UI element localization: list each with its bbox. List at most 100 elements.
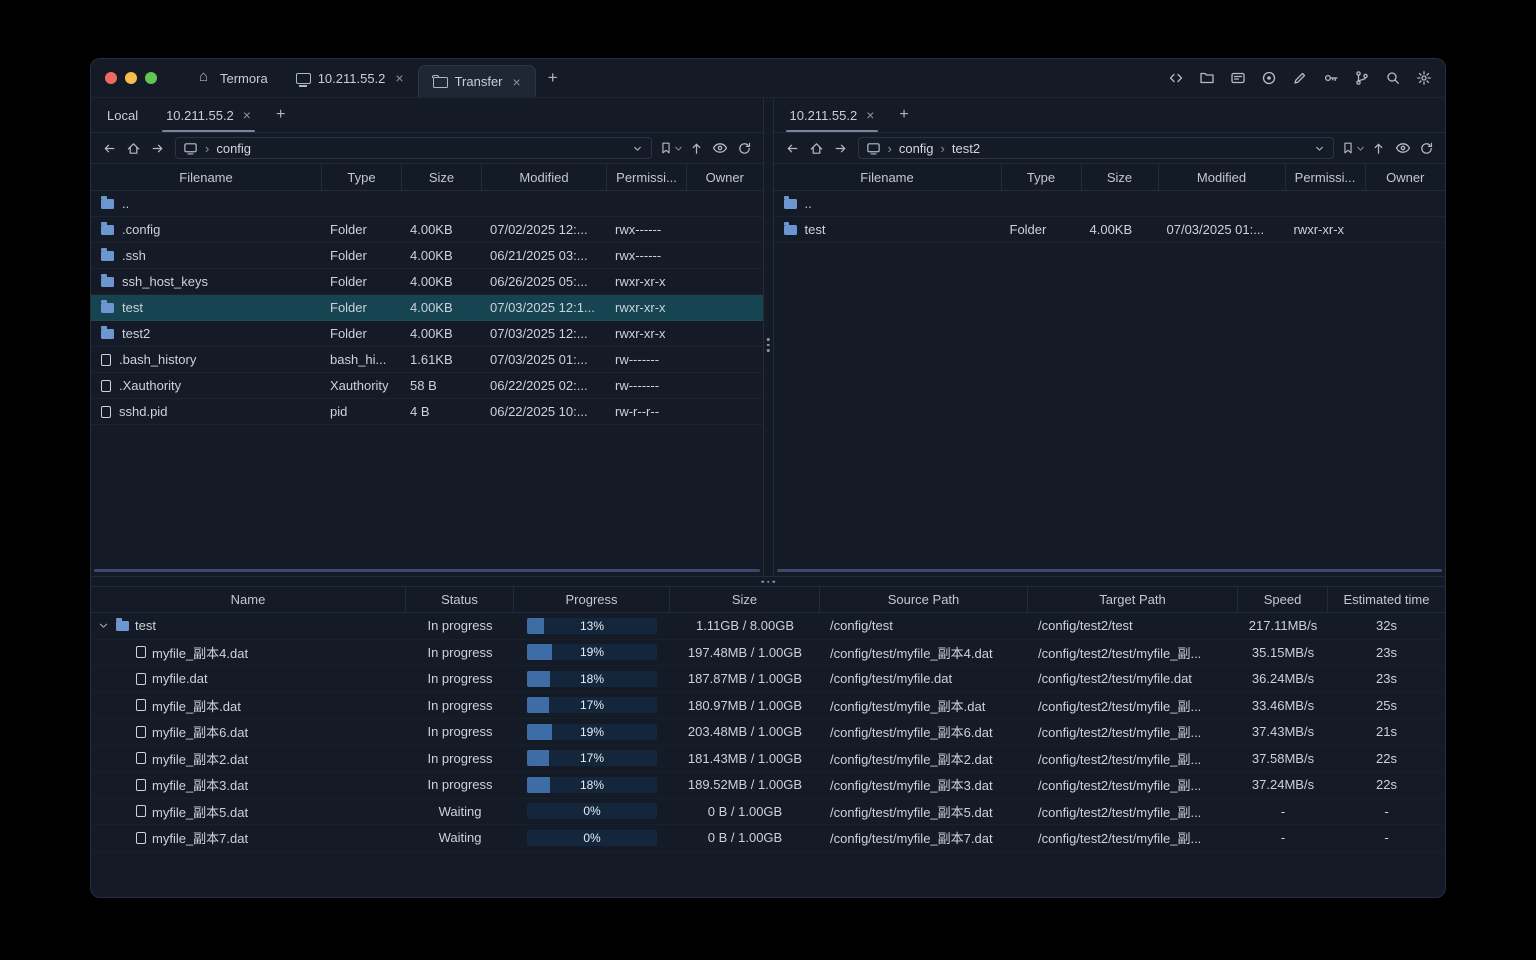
panel-divider[interactable] (762, 98, 774, 576)
transfer-row[interactable]: myfile.dat In progress 18% 187.87MB / 1.… (91, 666, 1445, 693)
upload-icon[interactable] (1368, 138, 1389, 159)
bookmark-button[interactable] (1341, 141, 1365, 155)
transfer-status: In progress (427, 750, 493, 766)
column-header[interactable]: Type (322, 164, 402, 190)
new-panel-tab-button[interactable]: + (888, 98, 919, 132)
zoom-window-button[interactable] (145, 72, 157, 84)
panel-tab[interactable]: Local (93, 98, 152, 132)
transfer-row[interactable]: myfile_副本5.dat Waiting 0% 0 B / 1.00GB /… (91, 799, 1445, 826)
transfer-status: In progress (427, 697, 493, 713)
key-icon[interactable] (1322, 69, 1340, 87)
transfer-row[interactable]: test In progress 13% 1.11GB / 8.00GB /co… (91, 613, 1445, 640)
code-icon[interactable] (1167, 69, 1185, 87)
back-icon[interactable] (782, 138, 803, 159)
macro-icon[interactable] (1229, 69, 1247, 87)
refresh-icon[interactable] (1416, 138, 1437, 159)
horizontal-scrollbar[interactable] (776, 569, 1442, 572)
file-row[interactable]: test Folder 4.00KB 07/03/2025 12:1... rw… (91, 295, 763, 321)
column-header[interactable]: Permissi... (1286, 164, 1366, 190)
record-icon[interactable] (1260, 69, 1278, 87)
titlebar-tab[interactable]: 10.211.55.2 (282, 59, 418, 97)
edit-icon[interactable] (1291, 69, 1309, 87)
file-row[interactable]: .. (774, 191, 1446, 217)
transfer-row[interactable]: myfile_副本2.dat In progress 17% 181.43MB … (91, 746, 1445, 773)
folder-icon[interactable] (1198, 69, 1216, 87)
close-tab-icon[interactable] (395, 71, 403, 85)
column-header[interactable]: Type (1002, 164, 1082, 190)
column-header[interactable]: Size (1082, 164, 1159, 190)
panel-tab[interactable]: 10.211.55.2 (776, 98, 889, 132)
column-header[interactable]: Target Path (1028, 587, 1238, 612)
file-row[interactable]: sshd.pid pid 4 B 06/22/2025 10:... rw-r-… (91, 399, 763, 425)
chevron-down-icon[interactable] (631, 142, 644, 155)
home-icon[interactable] (123, 138, 144, 159)
column-header[interactable]: Name (91, 587, 406, 612)
column-header[interactable]: Filename (91, 164, 322, 190)
file-icon (136, 699, 146, 712)
close-tab-icon[interactable] (866, 108, 874, 122)
column-header[interactable]: Filename (774, 164, 1002, 190)
transfer-row[interactable]: myfile_副本4.dat In progress 19% 197.48MB … (91, 640, 1445, 667)
new-panel-tab-button[interactable]: + (265, 98, 296, 132)
file-row[interactable]: test Folder 4.00KB 07/03/2025 01:... rwx… (774, 217, 1446, 243)
chevron-down-icon[interactable] (97, 619, 110, 632)
file-row[interactable]: .. (91, 191, 763, 217)
horizontal-splitter[interactable] (91, 576, 1445, 586)
back-icon[interactable] (99, 138, 120, 159)
progress-label: 17% (579, 698, 605, 713)
search-icon[interactable] (1384, 69, 1402, 87)
upload-icon[interactable] (686, 138, 707, 159)
column-header[interactable]: Status (406, 587, 514, 612)
breadcrumb-segment[interactable]: config (881, 141, 934, 156)
breadcrumb-segment[interactable]: test2 (934, 141, 980, 156)
file-row[interactable]: .Xauthority Xauthority 58 B 06/22/2025 0… (91, 373, 763, 399)
file-row[interactable]: .ssh Folder 4.00KB 06/21/2025 03:... rwx… (91, 243, 763, 269)
progress-bar: 0% (527, 829, 657, 846)
file-row[interactable]: test2 Folder 4.00KB 07/03/2025 12:... rw… (91, 321, 763, 347)
titlebar-tab[interactable]: Termora (185, 59, 282, 97)
file-row[interactable]: .config Folder 4.00KB 07/02/2025 12:... … (91, 217, 763, 243)
branch-icon[interactable] (1353, 69, 1371, 87)
path-field[interactable]: config (175, 137, 652, 159)
forward-icon[interactable] (830, 138, 851, 159)
column-header[interactable]: Permissi... (607, 164, 687, 190)
file-permissions: rw------- (615, 378, 660, 393)
settings-icon[interactable] (1415, 69, 1433, 87)
column-header[interactable]: Owner (1366, 164, 1446, 190)
show-hidden-icon[interactable] (1392, 138, 1413, 159)
progress-label: 0% (583, 830, 601, 845)
close-tab-icon[interactable] (513, 75, 521, 89)
forward-icon[interactable] (147, 138, 168, 159)
close-window-button[interactable] (105, 72, 117, 84)
transfer-row[interactable]: myfile_副本6.dat In progress 19% 203.48MB … (91, 719, 1445, 746)
column-header[interactable]: Size (402, 164, 482, 190)
panel-tab[interactable]: 10.211.55.2 (152, 98, 265, 132)
column-header[interactable]: Modified (1159, 164, 1286, 190)
column-header[interactable]: Size (670, 587, 820, 612)
file-row[interactable]: .bash_history bash_hi... 1.61KB 07/03/20… (91, 347, 763, 373)
transfer-row[interactable]: myfile_副本3.dat In progress 18% 189.52MB … (91, 772, 1445, 799)
chevron-down-icon[interactable] (1313, 142, 1326, 155)
close-tab-icon[interactable] (243, 108, 251, 122)
column-header[interactable]: Modified (482, 164, 607, 190)
path-field[interactable]: configtest2 (857, 137, 1334, 159)
show-hidden-icon[interactable] (710, 138, 731, 159)
titlebar-tab[interactable]: Transfer (417, 65, 536, 97)
minimize-window-button[interactable] (125, 72, 137, 84)
horizontal-scrollbar[interactable] (94, 569, 760, 572)
transfer-speed: 33.46MB/s (1251, 697, 1315, 713)
home-icon[interactable] (806, 138, 827, 159)
file-row[interactable]: ssh_host_keys Folder 4.00KB 06/26/2025 0… (91, 269, 763, 295)
column-header[interactable]: Progress (514, 587, 670, 612)
transfer-row[interactable]: myfile_副本7.dat Waiting 0% 0 B / 1.00GB /… (91, 825, 1445, 852)
column-header[interactable]: Owner (687, 164, 763, 190)
refresh-icon[interactable] (734, 138, 755, 159)
bookmark-button[interactable] (659, 141, 683, 155)
column-header[interactable]: Source Path (820, 587, 1028, 612)
column-header[interactable]: Estimated time (1328, 587, 1445, 612)
breadcrumb-segment[interactable]: config (198, 141, 251, 156)
file-size: 4.00KB (410, 274, 453, 289)
new-tab-button[interactable]: + (536, 59, 570, 97)
column-header[interactable]: Speed (1238, 587, 1328, 612)
transfer-row[interactable]: myfile_副本.dat In progress 17% 180.97MB /… (91, 693, 1445, 720)
